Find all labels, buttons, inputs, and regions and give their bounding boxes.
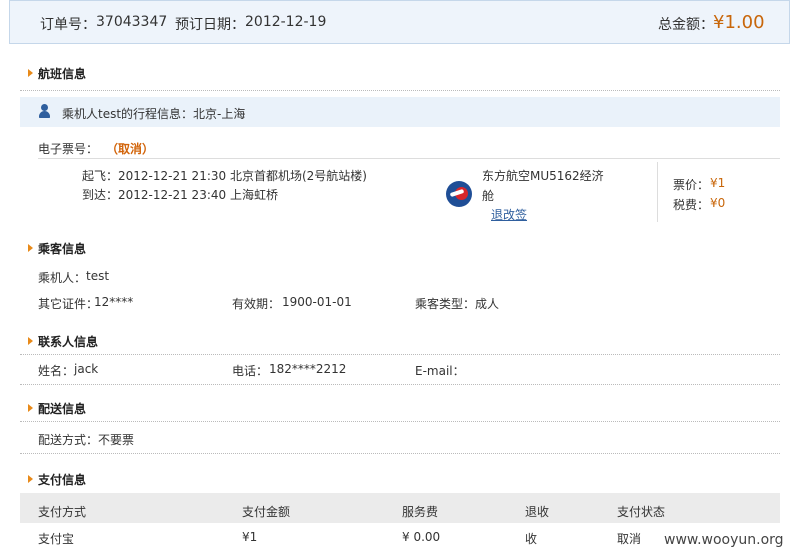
section-arrow-icon — [28, 337, 33, 345]
id-value: 12**** — [94, 295, 134, 309]
divider — [20, 384, 780, 385]
divider — [20, 90, 780, 91]
depart-value: 2012-12-21 21:30 北京首都机场(2号航站楼) — [118, 169, 367, 183]
passenger-type-value: 成人 — [475, 297, 500, 311]
trip-info-bar: 乘机人test的行程信息：北京-上海 — [20, 97, 780, 127]
column-header-amount: 支付金额 — [242, 505, 291, 519]
payment-method-cell: 支付宝 — [38, 532, 75, 546]
passenger-type-label: 乘客类型： — [415, 297, 476, 311]
divider — [38, 158, 780, 159]
airline-cabin: 舱 — [482, 189, 495, 203]
column-header-refund: 退收 — [525, 505, 550, 519]
booking-date-label: 预订日期： — [175, 17, 245, 33]
contact-phone-value: 182****2212 — [269, 362, 347, 376]
fare-value: ¥1 — [710, 176, 726, 190]
section-title-contact: 联系人信息 — [38, 335, 99, 349]
payment-amount-cell: ¥1 — [242, 530, 258, 544]
tax-label: 税费： — [673, 198, 710, 212]
payment-refund-cell: 收 — [525, 532, 538, 546]
id-label: 其它证件： — [38, 297, 99, 311]
validity-label: 有效期： — [232, 297, 281, 311]
validity-value: 1900-01-01 — [282, 295, 352, 309]
divider — [20, 354, 780, 355]
airline-logo-icon — [446, 181, 472, 207]
depart-label: 起飞： — [82, 169, 119, 183]
fare-label: 票价： — [673, 178, 710, 192]
watermark: www.wooyun.org — [664, 532, 784, 548]
column-header-method: 支付方式 — [38, 505, 87, 519]
payment-status-cell: 取消 — [617, 532, 642, 546]
column-header-fee: 服务费 — [402, 505, 439, 519]
section-title-payment: 支付信息 — [38, 473, 87, 487]
passenger-label: 乘机人： — [38, 271, 87, 285]
delivery-method-value: 不要票 — [98, 433, 135, 447]
section-arrow-icon — [28, 244, 33, 252]
section-title-flight: 航班信息 — [38, 67, 87, 81]
column-header-status: 支付状态 — [617, 505, 666, 519]
divider — [657, 162, 658, 222]
contact-name-value: jack — [74, 362, 99, 376]
section-arrow-icon — [28, 404, 33, 412]
contact-name-label: 姓名： — [38, 364, 75, 378]
eticket-label: 电子票号： — [38, 142, 99, 156]
arrive-label: 到达： — [82, 188, 119, 202]
tax-value: ¥0 — [710, 196, 726, 210]
order-number-label: 订单号： — [40, 17, 96, 33]
contact-phone-label: 电话： — [232, 364, 269, 378]
change-refund-link[interactable]: 退改签 — [491, 206, 527, 223]
payment-fee-cell: ¥ 0.00 — [402, 530, 441, 544]
divider — [20, 421, 780, 422]
order-header: 订单号： 37043347 预订日期： 2012-12-19 总金额： ¥1.0… — [9, 0, 790, 44]
total-amount: ¥1.00 — [713, 12, 765, 33]
booking-date: 2012-12-19 — [245, 14, 327, 30]
eticket-status: （取消） — [106, 142, 155, 156]
total-amount-label: 总金额： — [658, 17, 714, 33]
section-arrow-icon — [28, 475, 33, 483]
trip-info-text: 乘机人test的行程信息：北京-上海 — [62, 107, 246, 121]
payment-table-header: 支付方式 支付金额 服务费 退收 支付状态 — [20, 493, 780, 523]
contact-email-label: E-mail： — [415, 364, 465, 378]
section-title-passenger: 乘客信息 — [38, 242, 87, 256]
section-arrow-icon — [28, 69, 33, 77]
user-icon — [41, 104, 48, 111]
airline-flight: 东方航空MU5162经济 — [482, 169, 604, 183]
section-title-delivery: 配送信息 — [38, 402, 87, 416]
delivery-method-label: 配送方式： — [38, 433, 99, 447]
user-icon-body — [39, 111, 50, 118]
divider — [20, 453, 780, 454]
arrive-value: 2012-12-21 23:40 上海虹桥 — [118, 188, 278, 202]
order-number: 37043347 — [96, 14, 168, 30]
passenger-name: test — [86, 269, 110, 283]
